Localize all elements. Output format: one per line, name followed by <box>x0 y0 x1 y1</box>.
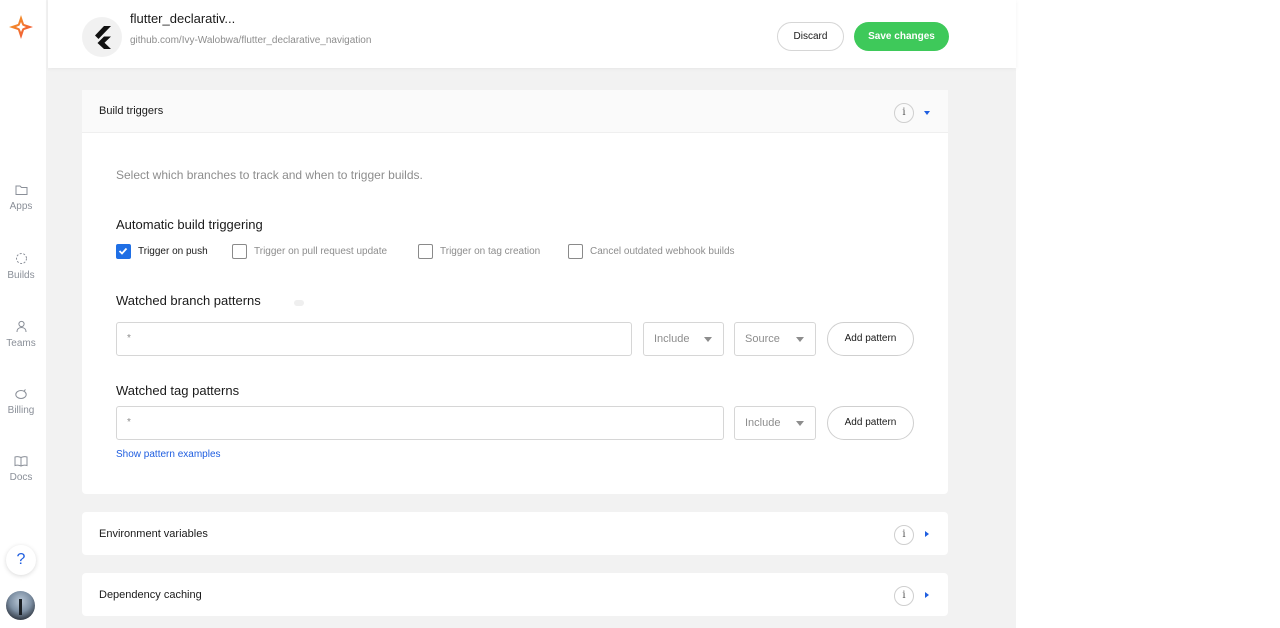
checkbox-label: Trigger on tag creation <box>440 246 541 257</box>
checkbox-box <box>418 244 433 259</box>
sidebar-item-label: Docs <box>9 472 33 483</box>
caret-down-icon <box>704 337 712 342</box>
avatar[interactable] <box>6 591 35 620</box>
add-branch-pattern-button[interactable]: Add pattern <box>827 322 914 356</box>
tag-pattern-input[interactable]: * <box>116 406 724 440</box>
help-button[interactable]: ? <box>6 545 36 575</box>
flutter-logo-icon <box>95 26 111 49</box>
person-icon <box>16 320 26 333</box>
sidebar-item-label: Apps <box>9 201 33 212</box>
sidebar: Apps Builds Teams Billing Docs ? <box>0 0 46 628</box>
checkmark-icon <box>118 247 128 255</box>
dependency-caching-header[interactable]: Dependency caching i <box>82 573 948 616</box>
section-description: Select which branches to track and when … <box>116 168 423 182</box>
build-triggers-card: Build triggers i Select which branches t… <box>82 90 948 494</box>
watched-tag-patterns-title: Watched tag patterns <box>116 383 240 398</box>
chevron-right-icon[interactable] <box>922 590 932 600</box>
hint-indicator <box>294 300 304 306</box>
select-value: Include <box>745 417 781 429</box>
show-pattern-examples-link[interactable]: Show pattern examples <box>116 449 221 460</box>
branch-source-select[interactable]: Source <box>734 322 816 356</box>
card-title: Build triggers <box>99 105 164 117</box>
book-icon <box>14 456 28 467</box>
checkbox-label: Cancel outdated webhook builds <box>590 246 735 257</box>
sidebar-item-label: Billing <box>7 405 35 416</box>
checkbox-label: Trigger on push <box>138 246 208 257</box>
dependency-caching-card[interactable]: Dependency caching i <box>82 573 948 616</box>
sidebar-item-label: Builds <box>7 270 35 281</box>
card-title: Environment variables <box>99 528 208 540</box>
chevron-right-icon[interactable] <box>922 529 932 539</box>
environment-variables-header[interactable]: Environment variables i <box>82 512 948 555</box>
automatic-build-triggering-title: Automatic build triggering <box>116 217 263 232</box>
save-changes-button[interactable]: Save changes <box>854 22 949 51</box>
app-name: flutter_declarativ... <box>130 11 236 26</box>
branch-pattern-input[interactable]: * <box>116 322 632 356</box>
checkbox-label: Trigger on pull request update <box>254 246 388 257</box>
select-value: Source <box>745 333 780 345</box>
checkbox-box <box>568 244 583 259</box>
checkbox-box <box>116 244 131 259</box>
card-title: Dependency caching <box>99 589 202 601</box>
checkbox-box <box>232 244 247 259</box>
app-header: flutter_declarativ... github.com/Ivy-Wal… <box>48 0 1016 68</box>
tag-include-select[interactable]: Include <box>734 406 816 440</box>
info-icon[interactable]: i <box>894 586 914 606</box>
right-blank-pane <box>1016 0 1280 628</box>
environment-variables-card[interactable]: Environment variables i <box>82 512 948 555</box>
chevron-down-icon[interactable] <box>922 108 932 118</box>
watched-branch-patterns-title: Watched branch patterns <box>116 293 261 308</box>
sidebar-item-label: Teams <box>6 338 36 349</box>
branch-include-select[interactable]: Include <box>643 322 724 356</box>
caret-down-icon <box>796 421 804 426</box>
sidebar-item-docs[interactable]: Docs <box>0 455 42 483</box>
sidebar-item-teams[interactable]: Teams <box>0 320 42 349</box>
codemagic-logo-icon[interactable] <box>8 14 34 40</box>
sidebar-item-apps[interactable]: Apps <box>0 184 42 212</box>
caret-down-icon <box>796 337 804 342</box>
select-value: Include <box>654 333 690 345</box>
folder-icon <box>15 185 27 195</box>
sidebar-item-billing[interactable]: Billing <box>0 388 42 416</box>
piggy-bank-icon <box>15 389 27 399</box>
build-triggers-header[interactable]: Build triggers i <box>82 90 948 133</box>
info-icon[interactable]: i <box>894 525 914 545</box>
flutter-app-icon <box>82 17 122 57</box>
discard-button[interactable]: Discard <box>777 22 844 51</box>
repository-url: github.com/Ivy-Walobwa/flutter_declarati… <box>130 35 372 46</box>
info-icon[interactable]: i <box>894 103 914 123</box>
add-tag-pattern-button[interactable]: Add pattern <box>827 406 914 440</box>
sidebar-item-builds[interactable]: Builds <box>0 252 42 281</box>
builds-icon <box>15 253 27 264</box>
